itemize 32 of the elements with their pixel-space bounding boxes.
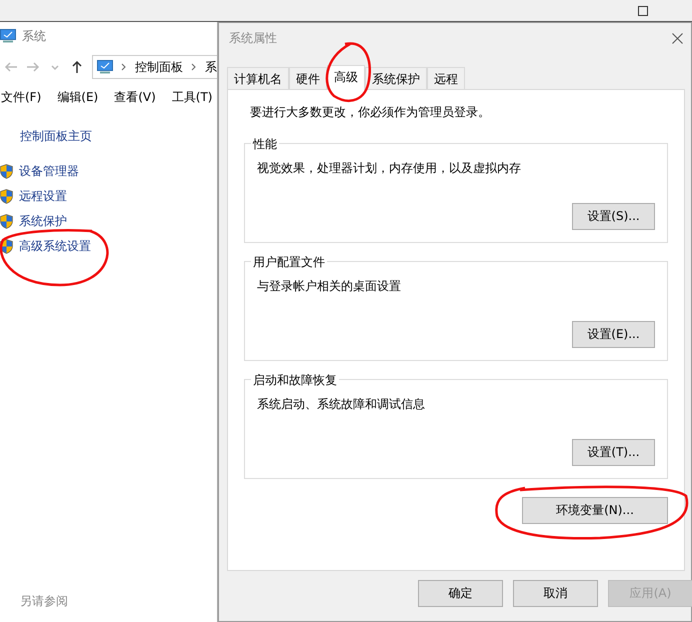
breadcrumb-item[interactable]: 控制面板 bbox=[135, 58, 183, 76]
group-description: 视觉效果，处理器计划，内存使用，以及虚拟内存 bbox=[257, 160, 522, 177]
admin-notice: 要进行大多数更改，你必须作为管理员登录。 bbox=[250, 104, 491, 121]
settings-button[interactable]: 设置(T)... bbox=[572, 439, 655, 466]
group-description: 与登录帐户相关的桌面设置 bbox=[257, 278, 402, 295]
group-title: 性能 bbox=[251, 136, 279, 153]
breadcrumb-item[interactable]: 系 bbox=[205, 58, 217, 76]
environment-variables-button[interactable]: 环境变量(N)... bbox=[522, 497, 668, 524]
menu-item[interactable]: 文件(F) bbox=[1, 88, 42, 106]
sidebar-link[interactable]: 高级系统设置 bbox=[19, 238, 91, 255]
dialog-button[interactable]: 确定 bbox=[418, 580, 503, 607]
tab[interactable]: 高级 bbox=[327, 65, 365, 90]
settings-button[interactable]: 设置(S)... bbox=[572, 203, 655, 230]
menu-item[interactable]: 编辑(E) bbox=[57, 88, 98, 106]
window-title: 系统 bbox=[22, 28, 46, 44]
dialog-button[interactable]: 取消 bbox=[513, 580, 598, 607]
tab[interactable]: 硬件 bbox=[289, 67, 327, 89]
tab[interactable]: 系统保护 bbox=[365, 67, 427, 89]
tab[interactable]: 计算机名 bbox=[227, 67, 289, 89]
see-also-heading: 另请参阅 bbox=[20, 593, 68, 610]
menu-item[interactable]: 工具(T) bbox=[172, 88, 212, 106]
sidebar-link[interactable]: 设备管理器 bbox=[19, 163, 79, 180]
sidebar-link[interactable]: 系统保护 bbox=[19, 213, 67, 230]
settings-button[interactable]: 设置(E)... bbox=[572, 321, 655, 348]
menu-item[interactable]: 查看(V) bbox=[114, 88, 156, 106]
dialog-title: 系统属性 bbox=[229, 30, 277, 46]
group-title: 启动和故障恢复 bbox=[251, 372, 339, 389]
sidebar-link[interactable]: 控制面板主页 bbox=[20, 128, 92, 145]
group-title: 用户配置文件 bbox=[251, 254, 327, 271]
sidebar-link[interactable]: 远程设置 bbox=[19, 188, 67, 205]
group-description: 系统启动、系统故障和调试信息 bbox=[257, 396, 426, 413]
tab[interactable]: 远程 bbox=[427, 67, 465, 89]
